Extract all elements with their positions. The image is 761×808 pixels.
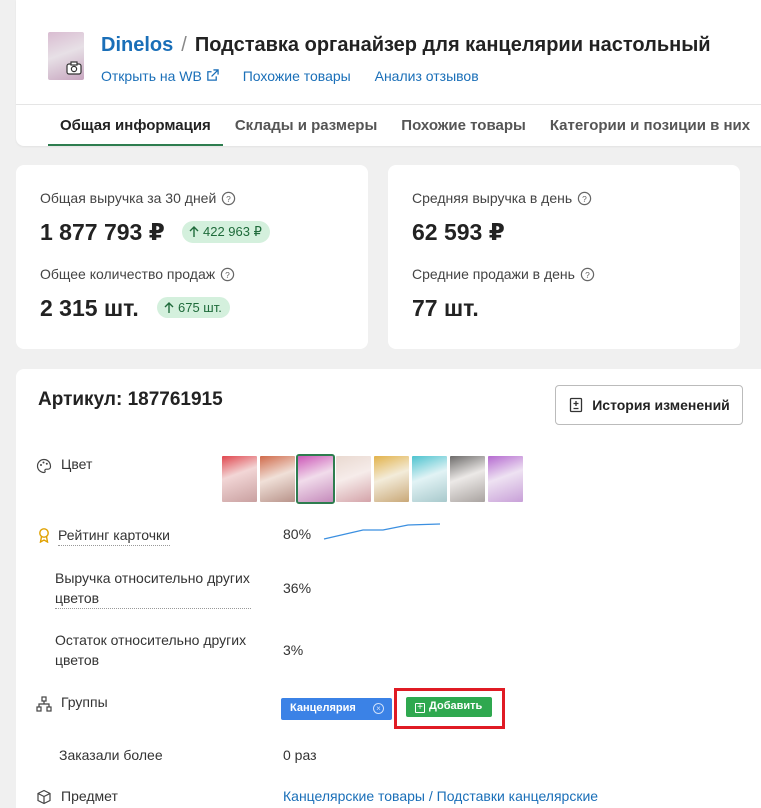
color-swatch[interactable]: [374, 456, 409, 502]
groups-label: Группы: [61, 694, 108, 710]
external-link-icon: [207, 69, 219, 81]
stock-relative-value: 3%: [283, 642, 304, 658]
header-links: Открыть на WB Похожие товары Анализ отзы…: [101, 68, 499, 84]
svg-text:?: ?: [585, 270, 590, 280]
add-group-label: Добавить: [429, 700, 483, 712]
revenue-delta-badge: 422 963 ₽: [182, 221, 270, 243]
color-swatch[interactable]: [260, 456, 295, 502]
avg-sales-label: Средние продажи в день?: [412, 266, 595, 282]
tab-general[interactable]: Общая информация: [48, 104, 223, 146]
group-tag[interactable]: Канцелярия ×: [281, 698, 392, 720]
rating-label[interactable]: Рейтинг карточки: [58, 525, 170, 546]
tab-similar[interactable]: Похожие товары: [389, 104, 538, 146]
open-wb-label: Открыть на WB: [101, 68, 202, 84]
color-swatches: [222, 454, 523, 504]
rating-value: 80%: [283, 526, 312, 542]
history-button-label: История изменений: [592, 397, 730, 413]
similar-products-link[interactable]: Похожие товары: [243, 68, 351, 84]
sales-delta-badge: 675 шт.: [157, 297, 230, 318]
color-swatch[interactable]: [450, 456, 485, 502]
sales-total-value: 2 315 шт.: [40, 295, 139, 321]
subject-link[interactable]: Канцелярские товары / Подставки канцеляр…: [283, 788, 598, 804]
history-icon: [570, 397, 583, 413]
arrow-up-icon: [164, 302, 174, 313]
color-swatch[interactable]: [336, 456, 371, 502]
award-icon: [39, 528, 49, 543]
avg-revenue-value: 62 593 ₽: [412, 219, 505, 245]
help-icon[interactable]: ?: [220, 267, 235, 282]
stats-card-averages: Средняя выручка в день? 62 593 ₽ Средние…: [388, 165, 740, 349]
sales-total-label: Общее количество продаж?: [40, 266, 235, 282]
revenue-30-label: Общая выручка за 30 дней?: [40, 190, 236, 206]
stats-card-totals: Общая выручка за 30 дней? 1 877 793 ₽ 42…: [16, 165, 368, 349]
plus-icon: +: [415, 703, 425, 713]
avg-sales-value: 77 шт.: [412, 295, 479, 321]
stock-relative-label: Остаток относительно других цветов: [55, 632, 247, 668]
help-icon[interactable]: ?: [221, 191, 236, 206]
color-swatch-selected[interactable]: [296, 454, 335, 504]
product-title: Подставка органайзер для канцелярии наст…: [194, 34, 711, 56]
rating-sparkline: [323, 523, 441, 540]
revenue-delta-value: 422 963 ₽: [203, 224, 262, 239]
revenue-relative-label[interactable]: Выручка относительно других цветов: [55, 568, 251, 609]
box-icon: [37, 789, 51, 805]
reviews-analysis-link[interactable]: Анализ отзывов: [375, 68, 479, 84]
open-wb-link[interactable]: Открыть на WB: [101, 68, 219, 84]
tab-categories[interactable]: Категории и позиции в них: [538, 104, 761, 146]
color-swatch[interactable]: [488, 456, 523, 502]
svg-text:?: ?: [582, 194, 587, 204]
color-swatch[interactable]: [412, 456, 447, 502]
group-tag-label: Канцелярия: [290, 702, 356, 714]
remove-tag-icon[interactable]: ×: [373, 703, 384, 714]
tab-bar: Общая информация Склады и размеры Похожи…: [48, 104, 761, 146]
history-button[interactable]: История изменений: [555, 385, 743, 425]
ordered-value: 0 раз: [283, 747, 317, 763]
details-card: Артикул: 187761915 История изменений Цве…: [16, 369, 761, 808]
camera-icon[interactable]: [66, 60, 82, 76]
palette-icon: [36, 458, 52, 474]
ordered-label: Заказали более: [59, 747, 163, 763]
product-header: Dinelos / Подставка органайзер для канцеля…: [16, 0, 761, 146]
add-group-button[interactable]: + Добавить: [406, 697, 492, 717]
subject-label: Предмет: [61, 788, 118, 804]
title-separator: /: [181, 34, 187, 56]
sales-delta-value: 675 шт.: [178, 300, 222, 315]
tab-warehouses[interactable]: Склады и размеры: [223, 104, 389, 146]
page-title: Dinelos / Подставка органайзер для канцеля…: [101, 34, 711, 57]
svg-text:?: ?: [225, 270, 230, 280]
avg-revenue-label: Средняя выручка в день?: [412, 190, 592, 206]
brand-link[interactable]: Dinelos: [101, 34, 173, 56]
help-icon[interactable]: ?: [577, 191, 592, 206]
color-label: Цвет: [61, 456, 93, 472]
revenue-30-value: 1 877 793 ₽: [40, 219, 165, 245]
svg-text:?: ?: [226, 194, 231, 204]
revenue-relative-value: 36%: [283, 580, 312, 596]
hierarchy-icon: [36, 696, 52, 712]
color-swatch[interactable]: [222, 456, 257, 502]
arrow-up-icon: [189, 226, 199, 237]
help-icon[interactable]: ?: [580, 267, 595, 282]
article-heading: Артикул: 187761915: [38, 389, 223, 410]
